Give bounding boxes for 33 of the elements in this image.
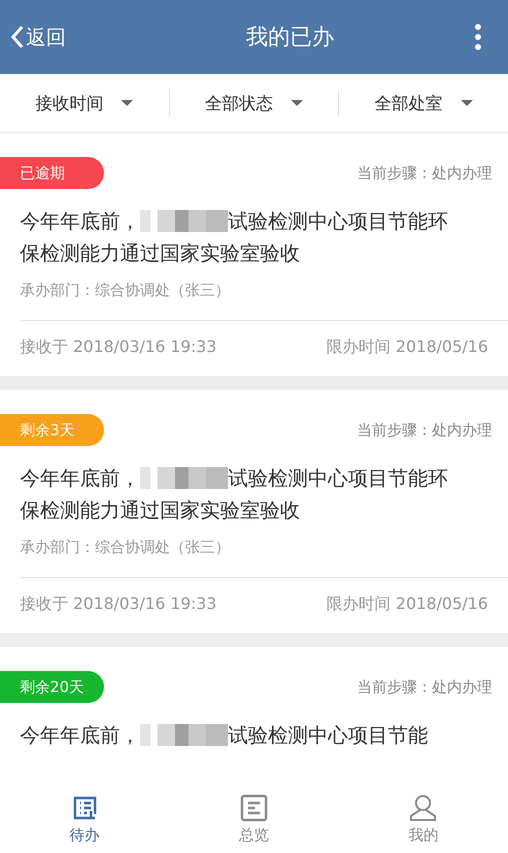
task-title: 今年年底前， [20, 208, 140, 235]
task-title: 今年年底前， [20, 465, 140, 492]
received-time: 接收于 2018/03/16 19:33 [20, 337, 216, 358]
caret-icon [291, 100, 303, 106]
received-time: 接收于 2018/03/16 19:33 [20, 594, 216, 615]
department-text: 承办部门：综合协调处（张三） [19, 537, 231, 558]
caret-icon [121, 100, 134, 106]
status-tag: 剩余20天 [0, 671, 104, 703]
task-title: 保检测能力通过国家实验室验收 [20, 497, 300, 524]
caret-icon [460, 100, 473, 106]
tab-item[interactable]: 待办 [0, 785, 170, 853]
task-title: 今年年底前， [20, 722, 140, 749]
user-icon [409, 794, 438, 822]
document-icon [240, 794, 268, 822]
deadline-time: 限办时间 2018/05/16 [326, 337, 488, 358]
filter-dropdown[interactable]: 全部状态 [168, 90, 338, 116]
task-title: 试验检测中心项目节能环 [228, 208, 448, 235]
current-step: 当前步骤：处内办理 [357, 420, 492, 440]
task-title: 保检测能力通过国家实验室验收 [20, 240, 300, 267]
filter-dropdown[interactable]: 全部处室 [338, 90, 508, 116]
task-title: 试验检测中心项目节能 [228, 722, 428, 749]
status-tag: 已逾期 [0, 157, 104, 189]
more-icon[interactable] [474, 23, 482, 51]
department-text: 承办部门：综合协调处（张三） [19, 280, 231, 301]
back-button[interactable]: 返回 [10, 24, 66, 50]
deadline-time: 限办时间 2018/05/16 [326, 594, 488, 615]
filter-dropdown[interactable]: 接收时间 [0, 90, 169, 116]
current-step: 当前步骤：处内办理 [357, 678, 492, 696]
task-title: 试验检测中心项目节能环 [228, 465, 448, 492]
status-tag: 剩余3天 [0, 414, 104, 446]
page-title: 我的已办 [246, 24, 334, 52]
current-step: 当前步骤：处内办理 [357, 164, 492, 182]
chevron-left-icon [10, 25, 24, 49]
